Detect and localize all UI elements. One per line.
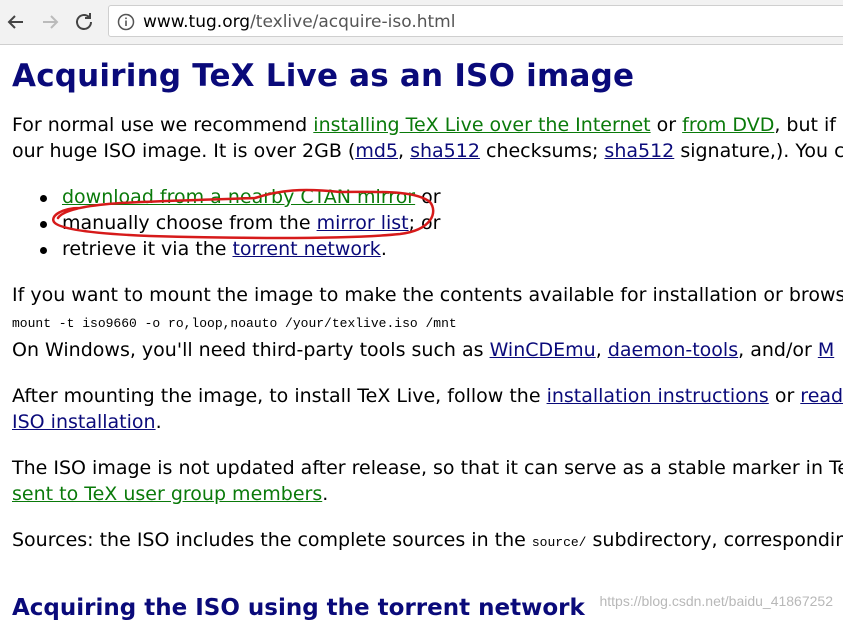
after-mount-text-3: .: [155, 411, 162, 433]
reload-icon[interactable]: [72, 10, 96, 34]
url-path: /texlive/acquire-iso.html: [250, 12, 456, 32]
intro-paragraph: For normal use we recommend installing T…: [12, 112, 843, 164]
intro-text-1: For normal use we recommend: [12, 114, 314, 136]
option-2-prefix: manually choose from the: [62, 212, 317, 234]
wincdemu-link[interactable]: WinCDEmu: [490, 339, 596, 361]
sha512-signature-link[interactable]: sha512: [604, 140, 674, 162]
url-text: www.tug.org/texlive/acquire-iso.html: [143, 12, 455, 32]
address-bar[interactable]: www.tug.org/texlive/acquire-iso.html: [108, 5, 843, 37]
windows-text-1: On Windows, you'll need third-party tool…: [12, 339, 490, 361]
browser-toolbar: www.tug.org/texlive/acquire-iso.html: [0, 0, 843, 45]
url-host: www.tug.org: [143, 12, 251, 32]
torrent-section-heading: Acquiring the ISO using the torrent netw…: [12, 595, 585, 621]
intro-text-3: , but if: [774, 114, 836, 136]
page-content: Acquiring TeX Live as an ISO image For n…: [12, 56, 843, 556]
intro-text-7: signature,). You ca: [674, 140, 843, 162]
info-icon[interactable]: [117, 13, 135, 31]
install-internet-link[interactable]: installing TeX Live over the Internet: [313, 114, 650, 136]
list-item: download from a nearby CTAN mirror or: [12, 184, 843, 210]
not-updated-text-2: .: [322, 483, 329, 505]
intro-text-2: or: [650, 114, 683, 136]
arrow-right-icon[interactable]: [38, 10, 62, 34]
read-link-truncated[interactable]: read: [800, 385, 843, 407]
tex-user-group-link[interactable]: sent to TeX user group members: [12, 483, 322, 505]
page-title: Acquiring TeX Live as an ISO image: [12, 58, 635, 94]
intro-text-5: ,: [398, 140, 411, 162]
intro-text-4: our huge ISO image. It is over 2GB (: [12, 140, 356, 162]
option-3-suffix: .: [380, 238, 387, 260]
not-updated-text-1: The ISO image is not updated after relea…: [12, 457, 843, 479]
installation-instructions-link[interactable]: installation instructions: [547, 385, 769, 407]
after-mount-text-2: or: [768, 385, 801, 407]
sources-text-1: Sources: the ISO includes the complete s…: [12, 529, 532, 551]
mount-paragraph: If you want to mount the image to make t…: [12, 282, 843, 363]
after-mount-text-1: After mounting the image, to install TeX…: [12, 385, 547, 407]
after-mount-paragraph: After mounting the image, to install TeX…: [12, 383, 843, 435]
option-1-suffix: or: [415, 186, 441, 208]
sources-text-2: subdirectory, correspondin: [586, 529, 843, 551]
not-updated-paragraph: The ISO image is not updated after relea…: [12, 455, 843, 507]
mount-text: If you want to mount the image to make t…: [12, 284, 843, 306]
intro-text-6: checksums;: [479, 140, 605, 162]
source-dir-code: source/: [531, 535, 587, 550]
option-2-suffix: ; or: [408, 212, 441, 234]
windows-tool-link-truncated[interactable]: M: [818, 339, 834, 361]
daemon-tools-link[interactable]: daemon-tools: [608, 339, 738, 361]
from-dvd-link[interactable]: from DVD: [682, 114, 774, 136]
md5-link[interactable]: md5: [355, 140, 398, 162]
mount-command: mount -t iso9660 -o ro,loop,noauto /your…: [12, 316, 457, 331]
torrent-network-link[interactable]: torrent network: [232, 238, 380, 260]
option-3-prefix: retrieve it via the: [62, 238, 233, 260]
ctan-mirror-link[interactable]: download from a nearby CTAN mirror: [62, 186, 415, 208]
sources-paragraph: Sources: the ISO includes the complete s…: [12, 527, 843, 556]
watermark: https://blog.csdn.net/baidu_41867252: [599, 593, 833, 609]
list-item: retrieve it via the torrent network.: [12, 236, 843, 262]
windows-text-2: ,: [595, 339, 608, 361]
arrow-left-icon[interactable]: [4, 10, 28, 34]
iso-installation-link[interactable]: ISO installation: [12, 411, 156, 433]
download-options-list: download from a nearby CTAN mirror or ma…: [12, 184, 843, 262]
windows-text-3: , and/or: [738, 339, 818, 361]
sha512-checksum-link[interactable]: sha512: [410, 140, 480, 162]
mirror-list-link[interactable]: mirror list: [317, 212, 409, 234]
list-item: manually choose from the mirror list; or: [12, 210, 843, 236]
